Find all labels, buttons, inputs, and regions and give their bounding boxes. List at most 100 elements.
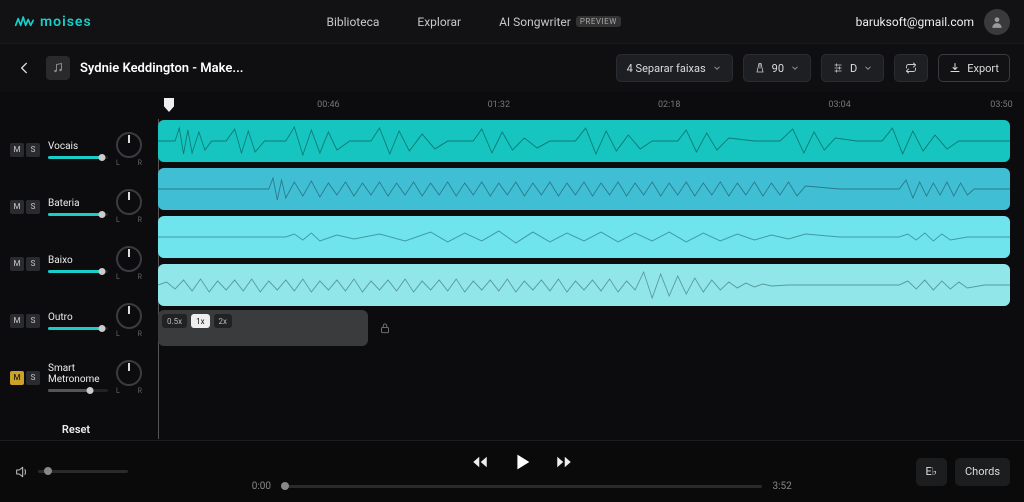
speed-0-5x[interactable]: 0.5x — [162, 314, 187, 328]
track-name: Bateria — [48, 198, 108, 209]
export-button[interactable]: Export — [938, 54, 1010, 82]
back-button[interactable] — [14, 57, 36, 79]
track-drums: M S Bateria LR — [10, 189, 142, 224]
chevron-down-icon — [712, 63, 722, 73]
current-time: 0:00 — [252, 481, 271, 492]
waveform-other[interactable] — [158, 264, 1010, 306]
mute-button[interactable]: M — [10, 314, 24, 328]
nav-songwriter-label: AI Songwriter — [499, 15, 571, 29]
mute-button[interactable]: M — [10, 143, 24, 157]
volume-slider[interactable] — [48, 156, 108, 159]
tracks-panel: 00:46 01:32 02:18 03:04 03:50 0.5x — [152, 92, 1024, 440]
eb-button[interactable]: E♭ — [916, 458, 947, 486]
nav-explore[interactable]: Explorar — [417, 15, 461, 29]
chevron-down-icon — [790, 63, 800, 73]
timeline-mark: 00:46 — [317, 100, 339, 110]
speed-2x[interactable]: 2x — [214, 314, 232, 328]
speed-1x[interactable]: 1x — [191, 314, 209, 328]
nav-library[interactable]: Biblioteca — [326, 15, 379, 29]
waveform-drums[interactable] — [158, 168, 1010, 210]
tempo-control[interactable]: 90 — [743, 54, 811, 82]
play-button[interactable] — [511, 451, 533, 473]
solo-button[interactable]: S — [26, 257, 40, 271]
rewind-icon — [471, 453, 489, 471]
speaker-icon[interactable] — [14, 464, 30, 480]
timeline-mark: 03:04 — [828, 100, 850, 110]
pan-knob[interactable] — [116, 189, 142, 215]
playhead[interactable] — [164, 98, 174, 112]
timeline-mark: 02:18 — [658, 100, 680, 110]
loop-icon — [905, 61, 917, 75]
mute-button[interactable]: M — [10, 371, 24, 385]
pan-knob[interactable] — [116, 132, 142, 158]
loop-button[interactable] — [894, 54, 928, 82]
player-right-controls: E♭ Chords — [916, 458, 1010, 486]
track-name: Vocais — [48, 141, 108, 152]
track-bass: M S Baixo LR — [10, 246, 142, 281]
brand-name: moises — [40, 14, 92, 30]
master-volume-slider[interactable] — [38, 470, 128, 473]
key-control[interactable]: D — [821, 54, 884, 82]
track-metronome: M S Smart Metronome LR — [10, 360, 142, 395]
download-icon — [949, 62, 961, 74]
preview-badge: PREVIEW — [576, 16, 621, 27]
track-name: Smart Metronome — [48, 363, 108, 385]
brand-logo[interactable]: moises — [14, 12, 92, 32]
solo-button[interactable]: S — [26, 314, 40, 328]
nav-songwriter[interactable]: AI Songwriter PREVIEW — [499, 15, 621, 29]
transport-area: 0:00 3:52 — [142, 451, 902, 492]
solo-button[interactable]: S — [26, 143, 40, 157]
volume-slider[interactable] — [48, 389, 108, 392]
rewind-button[interactable] — [471, 453, 489, 471]
timeline-ruler[interactable]: 00:46 01:32 02:18 03:04 03:50 — [158, 98, 1010, 120]
tempo-value: 90 — [772, 62, 784, 75]
user-email[interactable]: baruksoft@gmail.com — [856, 15, 974, 29]
solo-button[interactable]: S — [26, 371, 40, 385]
song-icon-chip — [46, 56, 70, 80]
song-title: Sydnie Keddington - Make... — [80, 61, 243, 76]
avatar[interactable] — [984, 9, 1010, 35]
chords-button[interactable]: Chords — [955, 458, 1010, 486]
metronome-lane[interactable]: 0.5x 1x 2x — [158, 310, 368, 346]
mute-button[interactable]: M — [10, 200, 24, 214]
user-area: baruksoft@gmail.com — [856, 9, 1010, 35]
separate-tracks-dropdown[interactable]: 4 Separar faixas — [616, 54, 733, 82]
waveform-bass[interactable] — [158, 216, 1010, 258]
play-icon — [511, 451, 533, 473]
mixer-sidebar: M S Vocais LR M S Bateria L — [0, 92, 152, 440]
export-label: Export — [967, 62, 999, 75]
key-value: D — [850, 62, 857, 75]
timeline-mark: 03:50 — [990, 100, 1012, 110]
track-other: M S Outro LR — [10, 303, 142, 338]
track-vocals: M S Vocais LR — [10, 132, 142, 167]
track-name: Baixo — [48, 255, 108, 266]
timeline-mark: 01:32 — [488, 100, 510, 110]
solo-button[interactable]: S — [26, 200, 40, 214]
pan-knob[interactable] — [116, 303, 142, 329]
volume-slider[interactable] — [48, 213, 108, 216]
pan-knob[interactable] — [116, 246, 142, 272]
chevron-down-icon — [863, 63, 873, 73]
user-icon — [990, 15, 1004, 29]
pan-knob[interactable] — [116, 360, 142, 386]
app-header: moises Biblioteca Explorar AI Songwriter… — [0, 0, 1024, 44]
tuning-icon — [832, 62, 844, 74]
player-bar: 0:00 3:52 E♭ Chords — [0, 440, 1024, 502]
master-volume — [14, 464, 128, 480]
waveform-vocals[interactable] — [158, 120, 1010, 162]
volume-slider[interactable] — [48, 327, 108, 330]
music-note-icon — [52, 62, 64, 74]
separate-tracks-label: 4 Separar faixas — [627, 62, 706, 75]
song-toolbar: Sydnie Keddington - Make... 4 Separar fa… — [0, 44, 1024, 92]
reset-button[interactable]: Reset — [10, 423, 142, 436]
progress-bar[interactable] — [281, 485, 762, 488]
logo-icon — [14, 12, 34, 32]
top-nav: Biblioteca Explorar AI Songwriter PREVIE… — [92, 15, 856, 29]
total-time: 3:52 — [772, 481, 791, 492]
metronome-icon — [754, 62, 766, 74]
mute-button[interactable]: M — [10, 257, 24, 271]
arrow-left-icon — [17, 60, 33, 76]
forward-icon — [555, 453, 573, 471]
volume-slider[interactable] — [48, 270, 108, 273]
forward-button[interactable] — [555, 453, 573, 471]
